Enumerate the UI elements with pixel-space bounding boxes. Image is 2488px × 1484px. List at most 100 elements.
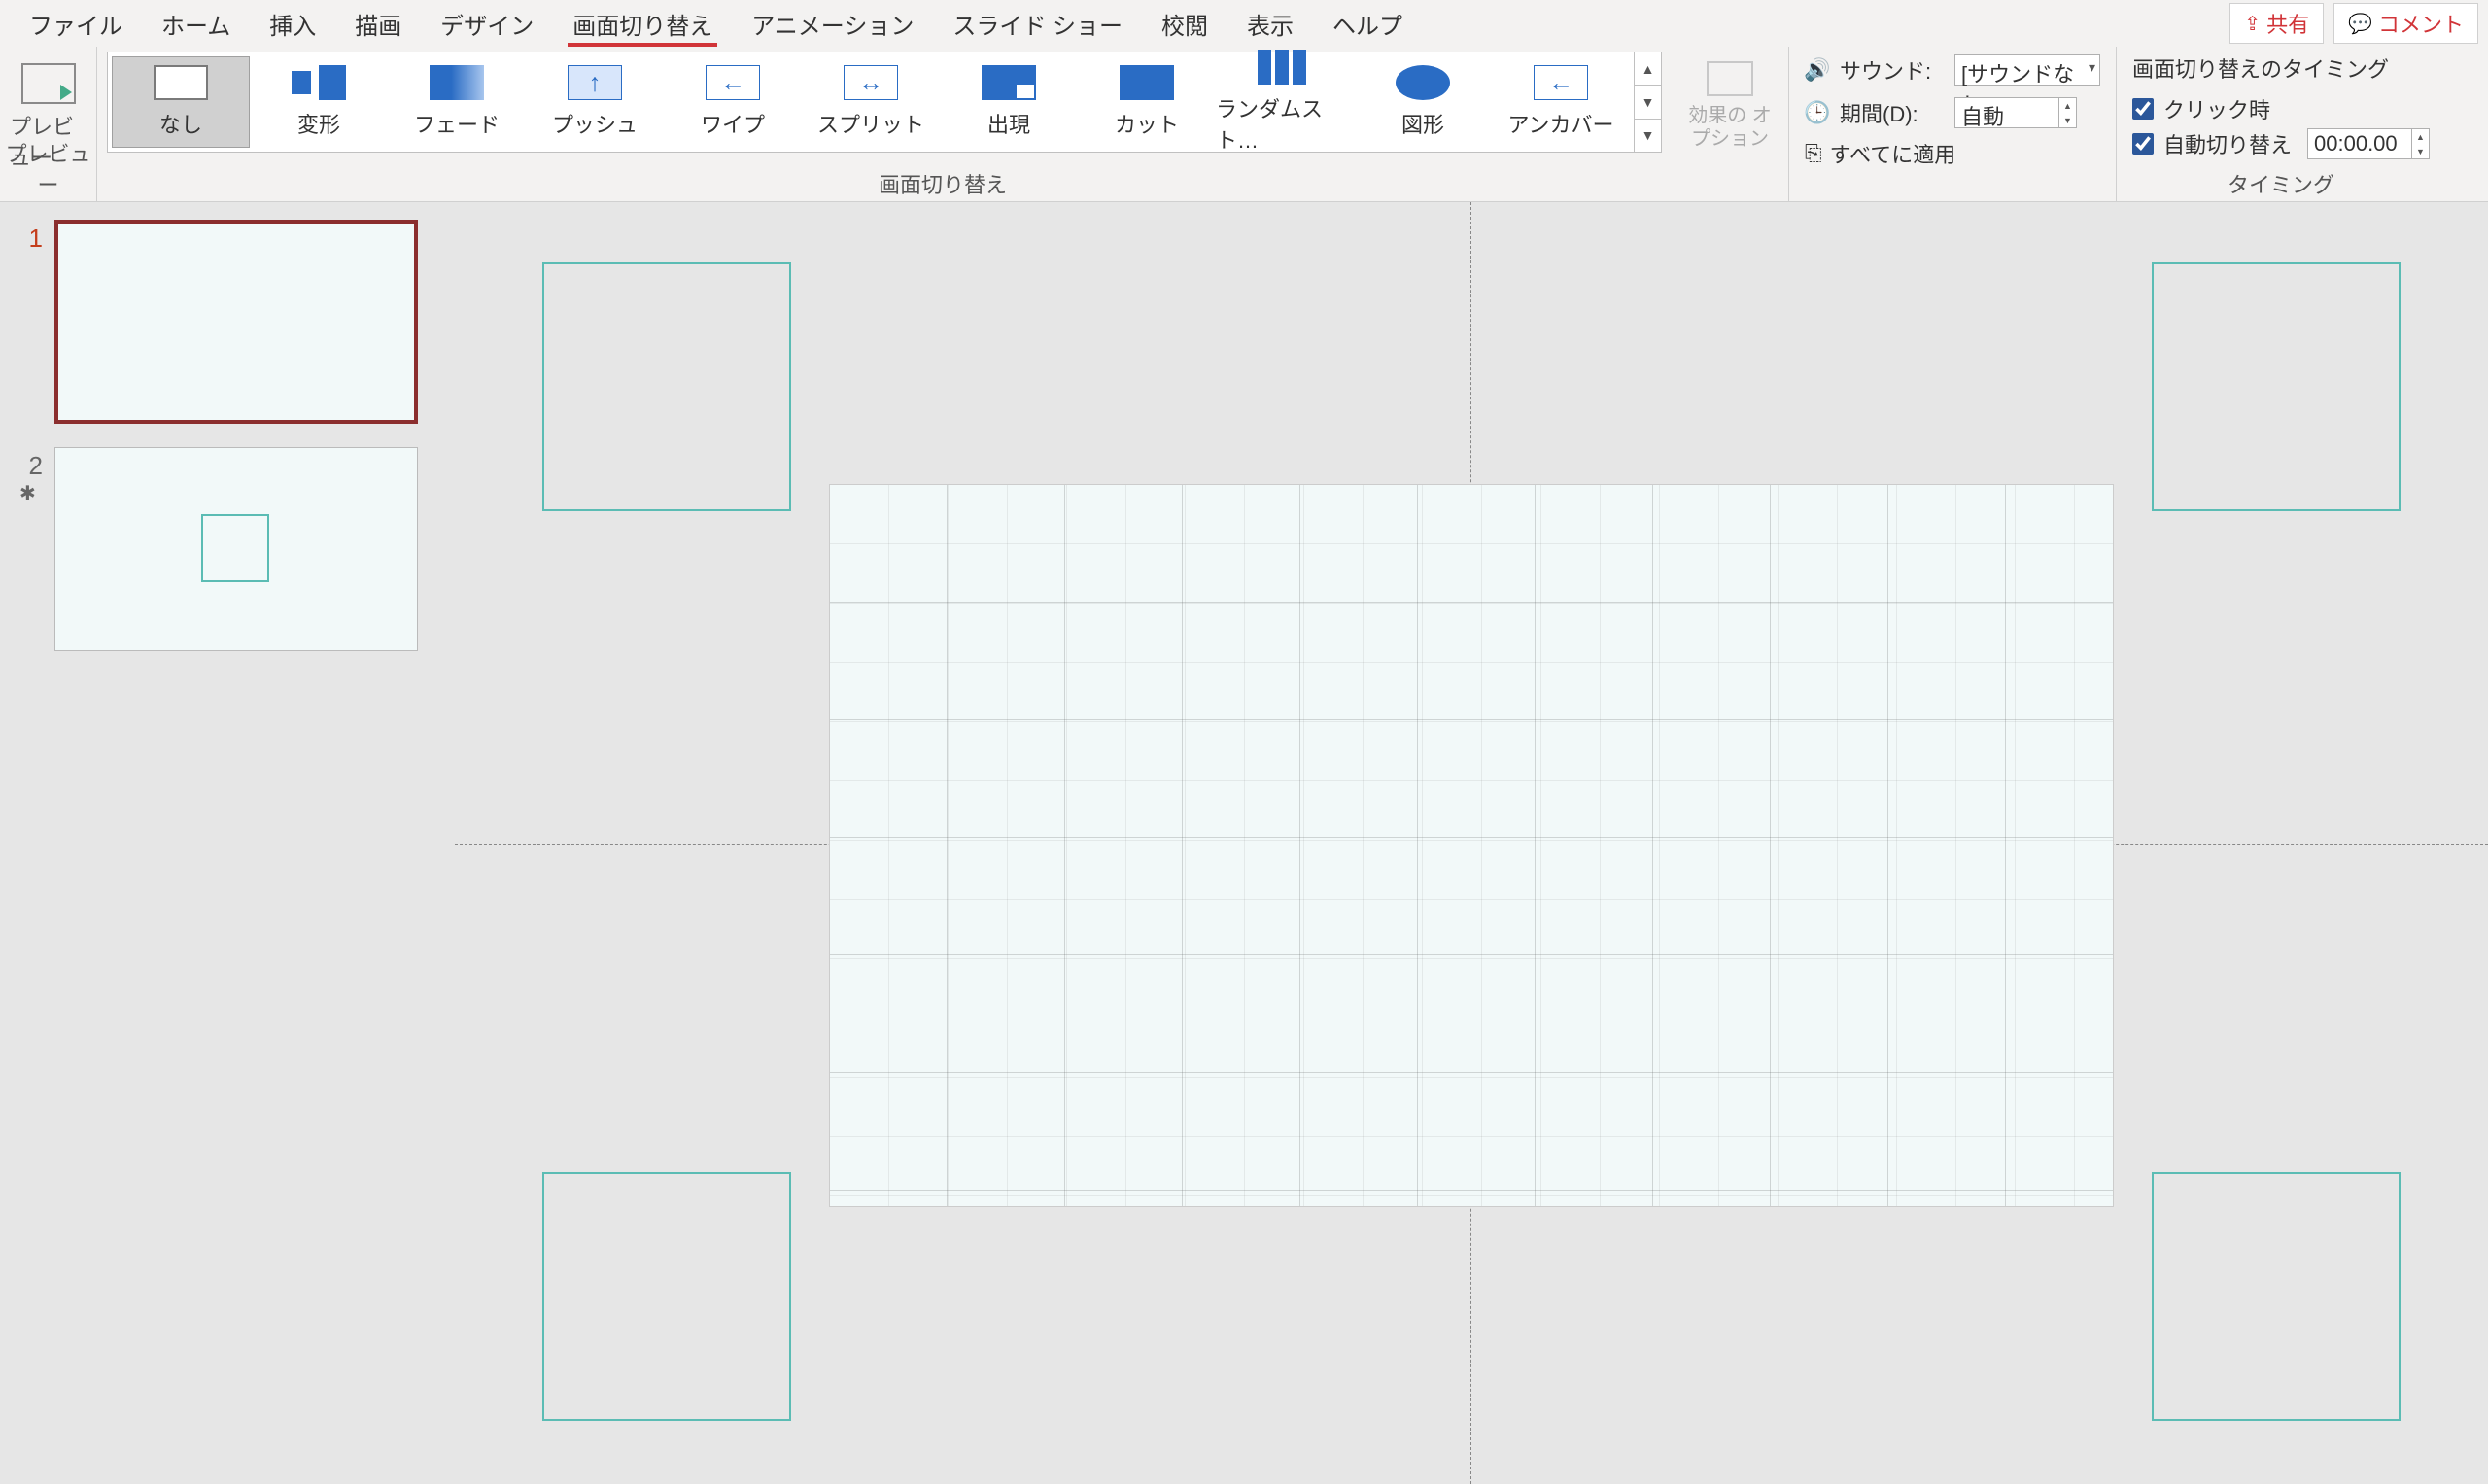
menu-tab-10[interactable]: ヘルプ [1313, 0, 1422, 47]
shape-square-tl[interactable] [542, 262, 791, 511]
transition-item-7[interactable]: カット [1078, 56, 1216, 148]
transition-thumb-icon [292, 65, 346, 100]
menu-tab-9[interactable]: 表示 [1227, 0, 1313, 47]
menu-tab-2[interactable]: 挿入 [250, 0, 335, 47]
comment-label: コメント [2378, 8, 2464, 39]
slide-thumb-row: 1 [19, 220, 435, 424]
transition-item-label: 図形 [1401, 108, 1444, 139]
ribbon-group-timing: 画面切り替えのタイミング クリック時 自動切り替え 00:00.00 ▲▼ タイ… [2117, 47, 2445, 201]
effect-options-button: 効果の オプション [1681, 52, 1779, 153]
duration-row: 🕒 期間(D): 自動 ▲▼ [1805, 95, 2100, 130]
timing-group-label: タイミング [2117, 168, 2445, 199]
on-click-row: クリック時 [2132, 91, 2430, 126]
transition-indicator-icon: ✱ [19, 481, 43, 505]
preview-group-label: プレビュー [0, 137, 96, 199]
slide-canvas[interactable] [829, 484, 2114, 1207]
transition-thumb-icon [706, 65, 760, 100]
gallery-scroll-down[interactable]: ▼ [1635, 86, 1661, 119]
menu-tabs: ファイルホーム挿入描画デザイン画面切り替えアニメーションスライド ショー校閲表示… [10, 0, 1422, 47]
menu-right: ⇪ 共有 💬 コメント [2229, 3, 2478, 44]
menu-tab-5[interactable]: 画面切り替え [553, 0, 732, 47]
sound-icon: 🔊 [1805, 57, 1830, 83]
share-icon: ⇪ [2244, 12, 2261, 36]
transition-thumb-icon [430, 65, 484, 100]
transition-item-6[interactable]: 出現 [940, 56, 1078, 148]
transition-item-5[interactable]: スプリット [802, 56, 940, 148]
share-button[interactable]: ⇪ 共有 [2229, 3, 2324, 44]
transition-thumb-icon [1258, 50, 1312, 85]
transition-thumb-icon [154, 65, 208, 100]
transition-item-4[interactable]: ワイプ [664, 56, 802, 148]
menu-tab-7[interactable]: スライド ショー [933, 0, 1142, 47]
auto-after-row: 自動切り替え 00:00.00 ▲▼ [2132, 126, 2430, 161]
transition-thumb-icon [982, 65, 1036, 100]
slide-number: 2 [19, 447, 43, 481]
transition-item-label: スプリット [817, 108, 924, 139]
transition-thumb-icon [568, 65, 622, 100]
apply-all-icon: ⎘ [1805, 141, 1822, 166]
gallery-scroll-up[interactable]: ▲ [1635, 52, 1661, 86]
gallery-expand[interactable]: ▼ [1635, 120, 1661, 152]
shape-square-br[interactable] [2152, 1172, 2401, 1421]
comment-icon: 💬 [2348, 12, 2372, 36]
transition-thumb-icon [844, 65, 898, 100]
menu-tab-0[interactable]: ファイル [10, 0, 142, 47]
shape-square-tr[interactable] [2152, 262, 2401, 511]
transitions-group-label: 画面切り替え [97, 168, 1788, 199]
transition-item-9[interactable]: 図形 [1354, 56, 1492, 148]
transition-item-10[interactable]: アンカバー [1492, 56, 1630, 148]
menu-tab-1[interactable]: ホーム [142, 0, 250, 47]
duration-spinner[interactable]: 自動 ▲▼ [1954, 97, 2077, 128]
ribbon-group-preview: プレビュー プレビュー [0, 47, 97, 201]
auto-after-checkbox[interactable] [2132, 133, 2154, 155]
slide-thumbnail-panel[interactable]: 1 2✱ [0, 202, 455, 1484]
slide-thumbnail[interactable] [54, 220, 418, 424]
transition-item-label: ワイプ [701, 108, 765, 139]
apply-all-label: すべてに適用 [1830, 138, 1956, 169]
transition-thumb-icon [1120, 65, 1174, 100]
sound-dropdown[interactable]: [サウンドなし] [1954, 54, 2100, 86]
auto-after-label: 自動切り替え [2163, 128, 2292, 159]
transition-item-1[interactable]: 変形 [250, 56, 388, 148]
slide-number: 1 [19, 220, 43, 254]
auto-after-time-input[interactable]: 00:00.00 ▲▼ [2307, 128, 2430, 159]
transition-thumb-icon [1396, 65, 1450, 100]
transition-item-label: なし [159, 108, 202, 139]
effect-options-icon [1707, 61, 1753, 96]
transition-gallery: なし 変形 フェード プッシュ ワイプ スプリット 出現 カットランダムスト… 図形 アンカバー [107, 52, 1635, 153]
auto-after-spinner-buttons[interactable]: ▲▼ [2411, 129, 2429, 158]
transition-item-8[interactable]: ランダムスト… [1216, 56, 1354, 148]
slide-number-column: 2✱ [19, 447, 43, 651]
transition-item-label: 出現 [987, 108, 1030, 139]
menu-tab-8[interactable]: 校閲 [1142, 0, 1227, 47]
on-click-checkbox[interactable] [2132, 98, 2154, 120]
preview-button[interactable] [21, 63, 76, 104]
apply-to-all-button[interactable]: ⎘ すべてに適用 [1805, 138, 2100, 169]
menu-bar: ファイルホーム挿入描画デザイン画面切り替えアニメーションスライド ショー校閲表示… [0, 0, 2488, 47]
transition-item-3[interactable]: プッシュ [526, 56, 664, 148]
transition-item-2[interactable]: フェード [388, 56, 526, 148]
transition-item-label: フェード [414, 108, 500, 139]
duration-label: 期間(D): [1840, 97, 1945, 128]
ribbon: プレビュー プレビュー なし 変形 フェード プッシュ ワイプ スプリット 出現 カットランダ… [0, 47, 2488, 202]
slide-thumb-row: 2✱ [19, 447, 435, 651]
slide-thumbnail[interactable] [54, 447, 418, 651]
slide-number-column: 1 [19, 220, 43, 424]
comment-button[interactable]: 💬 コメント [2333, 3, 2478, 44]
slide-canvas-area[interactable] [455, 202, 2488, 1484]
auto-after-value: 00:00.00 [2314, 131, 2398, 155]
menu-tab-3[interactable]: 描画 [335, 0, 421, 47]
menu-tab-4[interactable]: デザイン [421, 0, 553, 47]
shape-square-bl[interactable] [542, 1172, 791, 1421]
duration-value: 自動 [1961, 105, 2004, 129]
menu-tab-6[interactable]: アニメーション [732, 0, 933, 47]
duration-spinner-buttons[interactable]: ▲▼ [2058, 98, 2076, 127]
transition-item-0[interactable]: なし [112, 56, 250, 148]
share-label: 共有 [2266, 8, 2309, 39]
duration-icon: 🕒 [1805, 100, 1830, 125]
transition-item-label: プッシュ [552, 108, 638, 139]
gallery-scroll: ▲ ▼ ▼ [1635, 52, 1662, 153]
effect-options-label: 効果の オプション [1681, 104, 1779, 151]
transition-item-label: ランダムスト… [1216, 92, 1354, 155]
transition-item-label: 変形 [297, 108, 340, 139]
